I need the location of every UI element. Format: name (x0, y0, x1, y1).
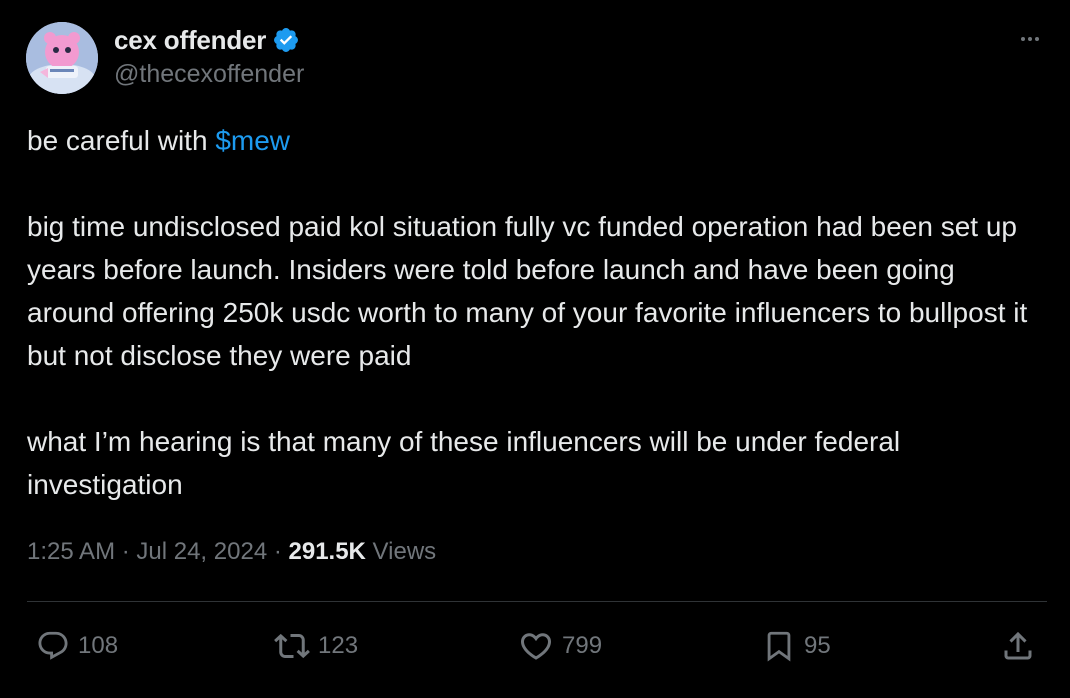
cashtag-link[interactable]: $mew (215, 125, 290, 156)
tweet-text-paragraph-2: big time undisclosed paid kol situation … (27, 211, 1028, 371)
tweet-text-line-1: be careful with $mew (27, 119, 1037, 162)
tweet-date[interactable]: Jul 24, 2024 (136, 538, 267, 565)
bookmark-count: 95 (804, 632, 831, 659)
author-name-row: cex offender (114, 24, 300, 56)
views-count[interactable]: 291.5K (289, 538, 366, 565)
author-display-name[interactable]: cex offender (114, 25, 266, 56)
repost-button[interactable]: 123 (274, 626, 358, 666)
tweet-metadata: 1:25 AM · Jul 24, 2024 · 291.5K Views (27, 538, 436, 566)
author-handle[interactable]: @thecexoffender (114, 60, 304, 89)
views-label: Views (365, 538, 437, 565)
avatar-image (26, 22, 98, 94)
heart-icon (518, 628, 554, 664)
more-options-icon[interactable] (1012, 24, 1048, 54)
verified-badge-icon[interactable] (272, 26, 300, 54)
meta-separator: · (115, 538, 137, 565)
reply-button[interactable]: 108 (36, 626, 118, 666)
tweet-card: cex offender @thecexoffender be careful … (0, 0, 1070, 698)
tweet-time[interactable]: 1:25 AM (27, 538, 115, 565)
reply-icon (36, 629, 70, 663)
repost-icon (274, 628, 310, 664)
reply-count: 108 (78, 632, 119, 659)
divider (27, 601, 1047, 602)
bookmark-button[interactable]: 95 (762, 626, 831, 666)
like-count: 799 (562, 632, 603, 659)
repost-count: 123 (318, 632, 359, 659)
share-icon (1000, 628, 1036, 664)
like-button[interactable]: 799 (518, 626, 602, 666)
avatar[interactable] (26, 22, 98, 94)
tweet-text-paragraph-3: what I’m hearing is that many of these i… (27, 426, 901, 500)
tweet-text-prefix: be careful with (27, 125, 216, 156)
bookmark-icon (762, 628, 796, 664)
share-button[interactable] (1000, 626, 1036, 666)
meta-separator: · (267, 538, 289, 565)
